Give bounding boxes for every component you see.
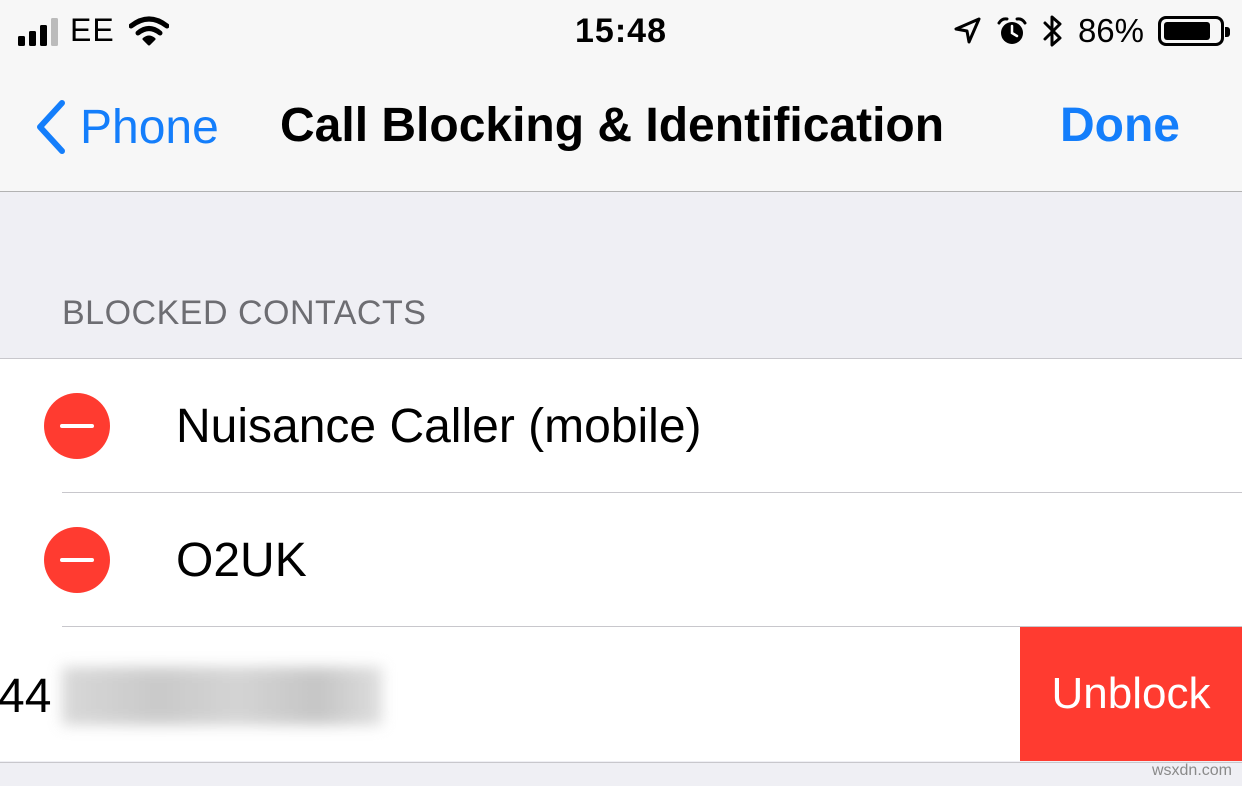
- navigation-bar: Phone Call Blocking & Identification Don…: [0, 64, 1242, 192]
- section-header-blocked-contacts: BLOCKED CONTACTS: [62, 294, 427, 332]
- back-button-label: Phone: [80, 100, 219, 154]
- status-bar: EE 15:48 86%: [0, 0, 1242, 64]
- list-bottom-separator: [0, 762, 1242, 763]
- blocked-contact-row[interactable]: O2UK: [0, 493, 1242, 627]
- page-title: Call Blocking & Identification: [280, 99, 945, 152]
- blocked-contact-row[interactable]: Nuisance Caller (mobile): [0, 359, 1242, 493]
- status-bar-right: 86%: [952, 12, 1230, 50]
- contact-name: Nuisance Caller (mobile): [176, 400, 702, 453]
- unblock-button[interactable]: Unblock: [1020, 627, 1242, 761]
- battery-percent: 86%: [1077, 12, 1144, 49]
- battery-icon: [1158, 16, 1230, 46]
- alarm-icon: [997, 17, 1027, 44]
- battery-nub: [1225, 27, 1230, 37]
- blocked-contact-row-swiped[interactable]: 44 Unblock: [0, 627, 1242, 761]
- delete-minus-button[interactable]: [44, 393, 110, 459]
- watermark: wsxdn.com: [1151, 762, 1232, 779]
- done-button[interactable]: Done: [1060, 98, 1180, 153]
- blurred-phone-number: [62, 667, 382, 725]
- blocked-contacts-list: Nuisance Caller (mobile) O2UK 44 Unblock: [0, 358, 1242, 761]
- contact-number-prefix: 44: [0, 670, 52, 723]
- delete-minus-button[interactable]: [44, 527, 110, 593]
- battery-level-fill: [1164, 22, 1211, 40]
- contact-name: O2UK: [176, 534, 307, 587]
- bluetooth-icon: [1043, 15, 1062, 47]
- back-button[interactable]: Phone: [36, 92, 219, 162]
- chevron-left-icon: [37, 100, 65, 154]
- location-icon: [954, 17, 981, 44]
